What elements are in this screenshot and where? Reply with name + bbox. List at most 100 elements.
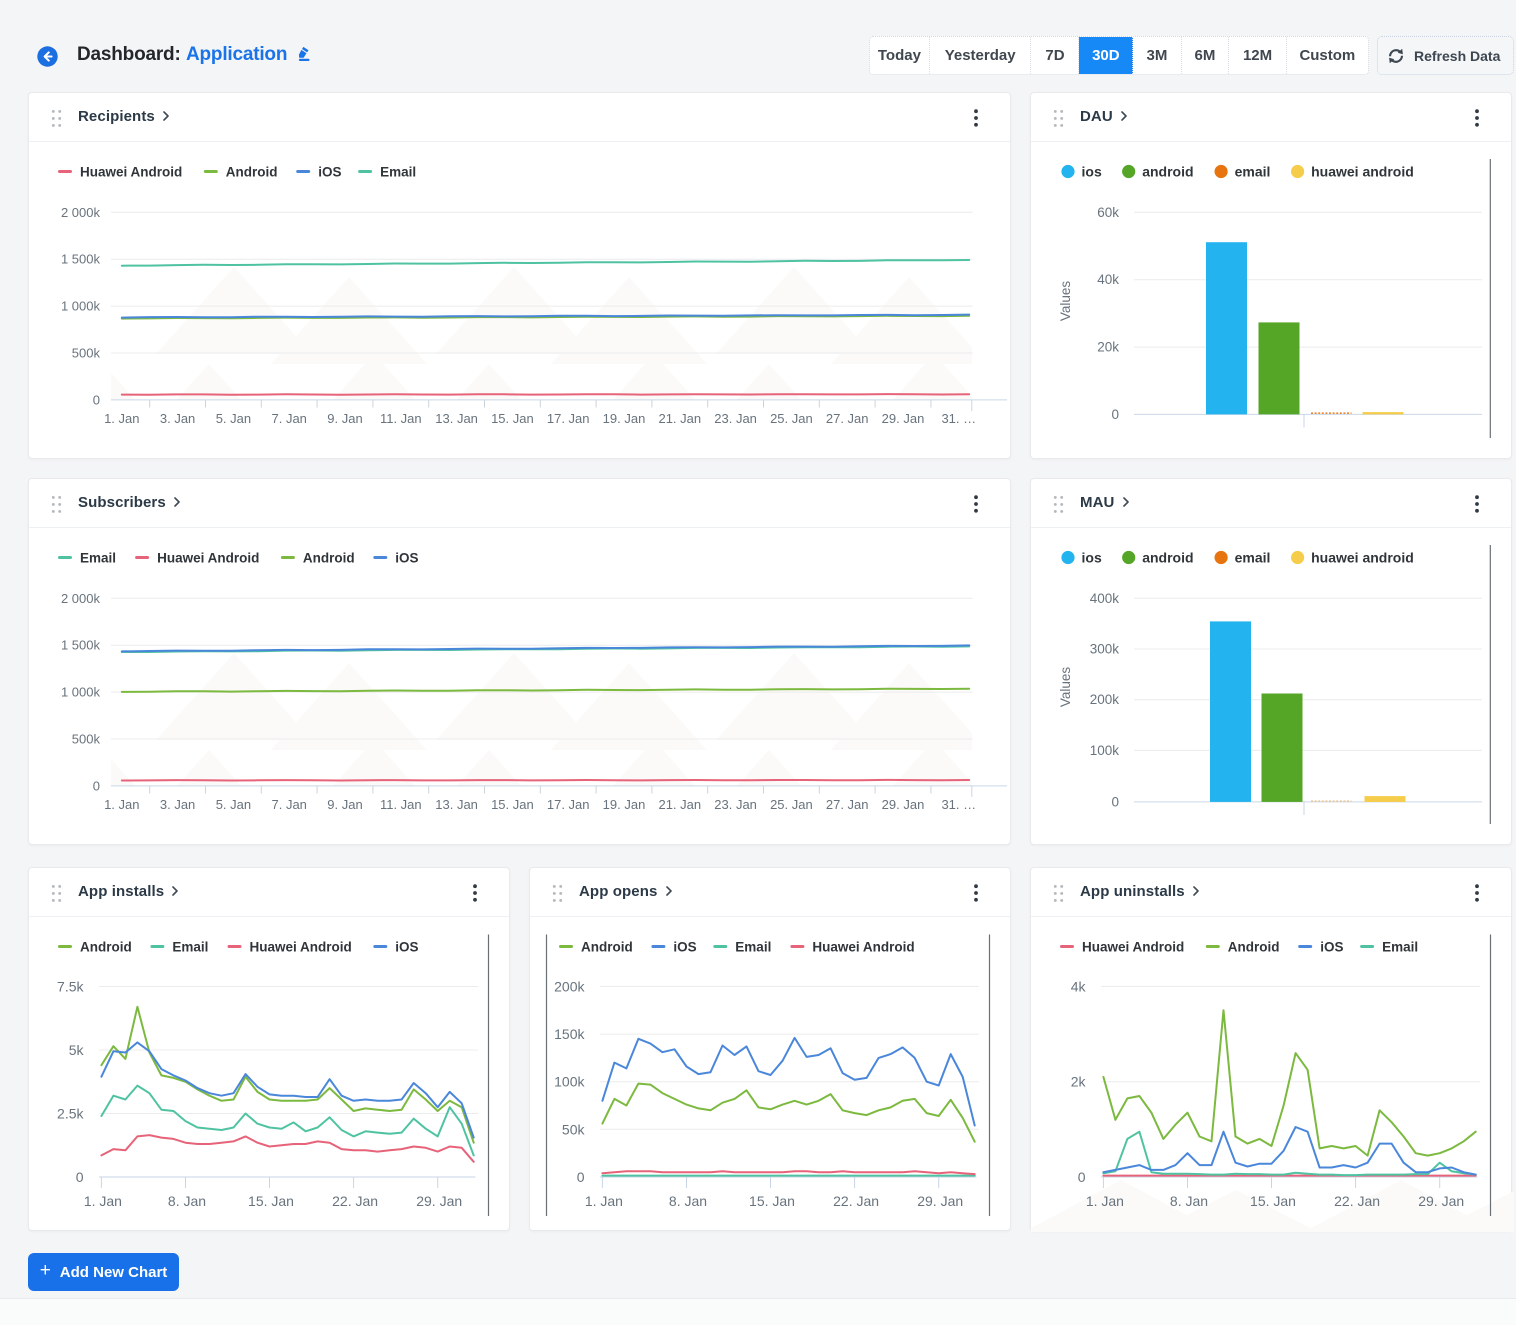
svg-text:29. Jan: 29. Jan — [917, 1193, 963, 1209]
svg-text:0: 0 — [76, 1169, 84, 1185]
svg-text:23. Jan: 23. Jan — [714, 411, 757, 426]
svg-text:19. Jan: 19. Jan — [603, 411, 646, 426]
svg-text:60k: 60k — [1097, 205, 1119, 220]
svg-text:Huawei Android: Huawei Android — [250, 940, 352, 955]
svg-text:iOS: iOS — [395, 551, 418, 566]
svg-text:1 500k: 1 500k — [61, 252, 101, 267]
svg-text:1. Jan: 1. Jan — [84, 1193, 122, 1209]
svg-text:Email: Email — [172, 940, 208, 955]
svg-text:iOS: iOS — [395, 940, 418, 955]
svg-text:8. Jan: 8. Jan — [1170, 1193, 1208, 1209]
svg-text:27. Jan: 27. Jan — [826, 411, 869, 426]
svg-text:0: 0 — [1111, 794, 1119, 809]
svg-text:22. Jan: 22. Jan — [833, 1193, 879, 1209]
svg-text:300k: 300k — [1090, 642, 1120, 657]
svg-text:11. Jan: 11. Jan — [380, 797, 422, 812]
svg-text:0: 0 — [93, 392, 100, 407]
svg-text:ios: ios — [1082, 550, 1102, 566]
svg-text:22. Jan: 22. Jan — [1334, 1193, 1380, 1209]
svg-text:email: email — [1235, 164, 1271, 180]
svg-text:8. Jan: 8. Jan — [168, 1193, 206, 1209]
svg-text:Email: Email — [80, 551, 116, 566]
svg-text:31. …: 31. … — [941, 797, 976, 812]
svg-text:100k: 100k — [554, 1074, 585, 1090]
svg-text:Huawei Android: Huawei Android — [812, 940, 914, 955]
svg-text:22. Jan: 22. Jan — [332, 1193, 378, 1209]
svg-text:15. Jan: 15. Jan — [749, 1193, 795, 1209]
svg-text:17. Jan: 17. Jan — [547, 797, 590, 812]
svg-text:1. Jan: 1. Jan — [104, 411, 139, 426]
svg-text:17. Jan: 17. Jan — [547, 411, 590, 426]
svg-text:1 500k: 1 500k — [61, 638, 101, 653]
svg-text:2 000k: 2 000k — [61, 205, 101, 220]
svg-text:Values: Values — [1058, 667, 1073, 708]
svg-text:200k: 200k — [554, 978, 585, 994]
svg-text:Android: Android — [1228, 940, 1280, 955]
svg-text:1 000k: 1 000k — [61, 685, 101, 700]
svg-text:27. Jan: 27. Jan — [826, 797, 869, 812]
svg-text:15. Jan: 15. Jan — [491, 797, 534, 812]
svg-text:4k: 4k — [1071, 978, 1087, 994]
svg-text:2k: 2k — [1071, 1074, 1087, 1090]
svg-text:Huawei Android: Huawei Android — [1082, 940, 1184, 955]
svg-text:2 000k: 2 000k — [61, 591, 101, 606]
svg-text:3. Jan: 3. Jan — [160, 797, 195, 812]
svg-text:9. Jan: 9. Jan — [327, 797, 362, 812]
svg-text:400k: 400k — [1090, 591, 1120, 606]
svg-text:huawei android: huawei android — [1311, 164, 1414, 180]
svg-text:7. Jan: 7. Jan — [271, 797, 306, 812]
svg-text:31. …: 31. … — [941, 411, 976, 426]
svg-text:iOS: iOS — [1320, 940, 1343, 955]
svg-text:21. Jan: 21. Jan — [658, 411, 701, 426]
svg-text:Email: Email — [380, 165, 416, 180]
svg-text:7.5k: 7.5k — [57, 979, 84, 995]
svg-text:13. Jan: 13. Jan — [435, 797, 478, 812]
svg-text:15. Jan: 15. Jan — [248, 1193, 294, 1209]
svg-text:25. Jan: 25. Jan — [770, 797, 813, 812]
svg-text:2.5k: 2.5k — [57, 1106, 84, 1122]
svg-text:29. Jan: 29. Jan — [882, 797, 925, 812]
svg-text:0: 0 — [1111, 407, 1119, 422]
svg-text:android: android — [1142, 164, 1193, 180]
svg-text:50k: 50k — [562, 1121, 586, 1137]
svg-text:19. Jan: 19. Jan — [603, 797, 646, 812]
svg-text:29. Jan: 29. Jan — [1418, 1193, 1464, 1209]
svg-text:android: android — [1142, 550, 1193, 566]
svg-text:3. Jan: 3. Jan — [160, 411, 195, 426]
svg-text:iOS: iOS — [318, 165, 341, 180]
svg-text:13. Jan: 13. Jan — [435, 411, 478, 426]
svg-text:Email: Email — [1382, 940, 1418, 955]
svg-text:1. Jan: 1. Jan — [1086, 1193, 1124, 1209]
svg-text:29. Jan: 29. Jan — [882, 411, 925, 426]
svg-text:Email: Email — [735, 940, 771, 955]
svg-text:0: 0 — [1078, 1169, 1086, 1185]
svg-text:1 000k: 1 000k — [61, 299, 101, 314]
svg-text:40k: 40k — [1097, 272, 1119, 287]
svg-text:21. Jan: 21. Jan — [658, 797, 701, 812]
svg-text:200k: 200k — [1090, 692, 1120, 707]
svg-text:Huawei Android: Huawei Android — [80, 165, 182, 180]
svg-text:20k: 20k — [1097, 340, 1119, 355]
svg-text:Android: Android — [581, 940, 633, 955]
svg-text:15. Jan: 15. Jan — [1250, 1193, 1296, 1209]
svg-text:5. Jan: 5. Jan — [216, 797, 251, 812]
svg-text:11. Jan: 11. Jan — [380, 411, 422, 426]
svg-text:Android: Android — [303, 551, 355, 566]
svg-text:500k: 500k — [72, 346, 101, 361]
svg-text:0: 0 — [93, 778, 100, 793]
svg-text:huawei android: huawei android — [1311, 550, 1414, 566]
svg-text:1. Jan: 1. Jan — [585, 1193, 623, 1209]
svg-text:23. Jan: 23. Jan — [714, 797, 757, 812]
svg-text:7. Jan: 7. Jan — [271, 411, 306, 426]
svg-text:Huawei Android: Huawei Android — [157, 551, 259, 566]
svg-text:15. Jan: 15. Jan — [491, 411, 534, 426]
svg-text:1. Jan: 1. Jan — [104, 797, 139, 812]
svg-text:iOS: iOS — [673, 940, 696, 955]
svg-text:25. Jan: 25. Jan — [770, 411, 813, 426]
svg-text:ios: ios — [1082, 164, 1102, 180]
svg-text:9. Jan: 9. Jan — [327, 411, 362, 426]
svg-text:5. Jan: 5. Jan — [216, 411, 251, 426]
svg-text:29. Jan: 29. Jan — [416, 1193, 462, 1209]
svg-text:Android: Android — [80, 940, 132, 955]
svg-text:8. Jan: 8. Jan — [669, 1193, 707, 1209]
